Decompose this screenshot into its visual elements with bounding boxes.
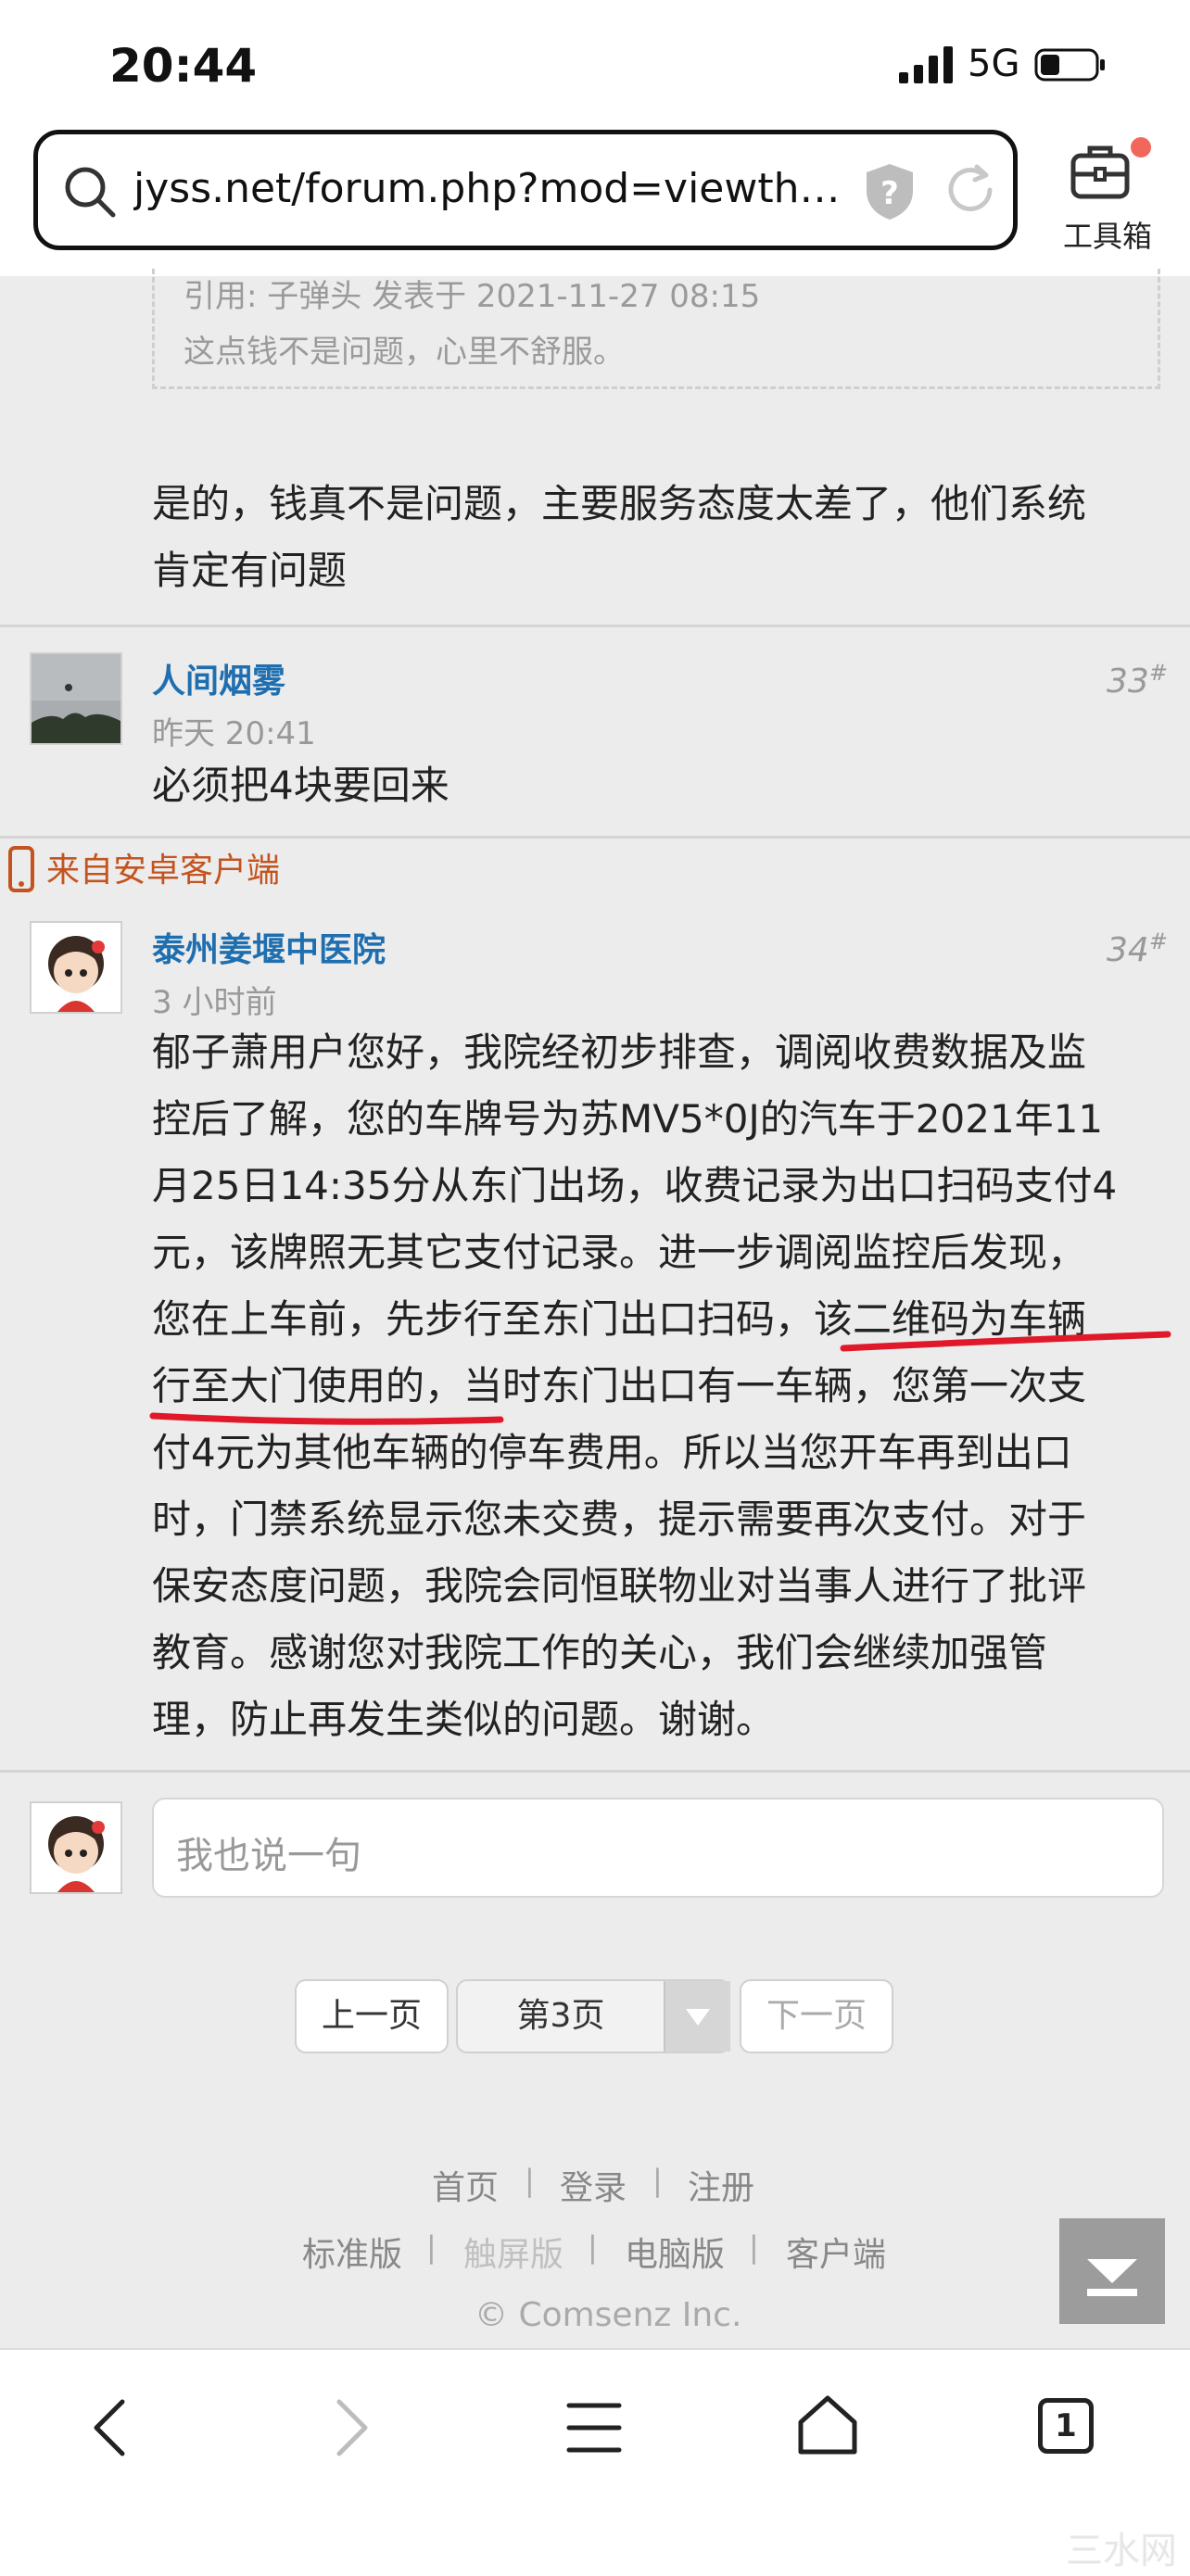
search-icon — [65, 167, 116, 218]
page-select-arrow[interactable] — [664, 1981, 730, 2052]
post-line: 元，该牌照无其它支付记录。进一步调阅监控后发现， — [152, 1230, 1087, 1275]
post-divider — [0, 1770, 1190, 1773]
footer-link-standard[interactable]: 标准版 — [302, 2228, 402, 2276]
avatar[interactable] — [30, 652, 122, 745]
copyright: © Comsenz Inc. — [475, 2296, 742, 2334]
post-line: 理，防止再发生类似的问题。谢谢。 — [152, 1697, 776, 1742]
footer-link-home[interactable]: 首页 — [432, 2161, 499, 2209]
arrow-down-icon — [1087, 2259, 1137, 2296]
scroll-bottom-button[interactable] — [1059, 2218, 1165, 2324]
shield-icon[interactable]: ? — [862, 161, 918, 222]
toolbox-icon — [1070, 145, 1130, 199]
page-select-value: 第3页 — [516, 1997, 605, 2035]
toolbox-label: 工具箱 — [1062, 219, 1152, 254]
footer-link-register[interactable]: 注册 — [688, 2161, 754, 2209]
footer-link-login[interactable]: 登录 — [560, 2161, 627, 2209]
post-line: 是的，钱真不是问题，主要服务态度太差了，他们系统 — [152, 481, 1087, 526]
forward-icon[interactable] — [332, 2398, 373, 2457]
post-body: 必须把4块要回来 — [152, 752, 449, 819]
signal-icon — [899, 46, 953, 83]
chevron-down-icon — [686, 2009, 710, 2026]
footer-link-client[interactable]: 客户端 — [786, 2228, 886, 2276]
floor-value: 34 — [1107, 931, 1149, 969]
prev-page-button[interactable]: 上一页 — [295, 1979, 449, 2053]
floor-number: 33# — [1107, 660, 1168, 701]
red-underline-annotation — [149, 1331, 1171, 1425]
floor-number: 34# — [1107, 928, 1168, 969]
watermark: 三水网 — [1066, 2530, 1177, 2572]
my-avatar — [30, 1801, 122, 1894]
post-line: 月25日14:35分从东门出场，收费记录为出口扫码支付4 — [152, 1163, 1118, 1208]
footer-separator: | — [525, 2163, 535, 2198]
back-icon[interactable] — [89, 2398, 130, 2457]
toolbox-button[interactable]: 工具箱 — [1057, 137, 1158, 254]
post-line: 郁子萧用户您好，我院经初步排查，调阅收费数据及监 — [152, 1029, 1087, 1075]
footer-separator: | — [426, 2229, 437, 2265]
footer-link-desktop[interactable]: 电脑版 — [625, 2228, 725, 2276]
menu-icon[interactable] — [565, 2398, 623, 2457]
footer-link-touch[interactable]: 触屏版 — [463, 2228, 563, 2276]
tabs-button[interactable]: 1 — [1038, 2398, 1094, 2454]
cartoon-girl-avatar-icon — [32, 923, 120, 1012]
footer-separator: | — [749, 2229, 759, 2265]
quote-text: 这点钱不是问题，心里不舒服。 — [184, 334, 625, 371]
quote-meta: 引用: 子弹头 发表于 2021-11-27 08:15 — [184, 278, 761, 315]
url-text[interactable]: jyss.net/forum.php?mod=viewthread&... — [133, 165, 847, 212]
post-line: 控后了解，您的车牌号为苏MV5*0J的汽车于2021年11 — [152, 1096, 1104, 1142]
footer-separator: | — [652, 2163, 663, 2198]
post-body: 是的，钱真不是问题，主要服务态度太差了，他们系统 肯定有问题 — [152, 471, 1086, 604]
post-line: 肯定有问题 — [152, 548, 348, 593]
post-divider — [0, 625, 1190, 627]
network-type: 5G — [968, 43, 1020, 85]
browser-bottom-bar — [0, 2348, 1190, 2576]
post-line: 时，门禁系统显示您未交费，提示需要再次支付。对于 — [152, 1496, 1087, 1542]
reply-placeholder[interactable]: 我也说一句 — [176, 1825, 361, 1879]
clock: 20:44 — [109, 39, 258, 93]
landscape-avatar-icon — [32, 654, 120, 743]
post-time: 昨天 20:41 — [152, 715, 316, 752]
svg-text:?: ? — [880, 175, 899, 212]
post-line: 必须把4块要回来 — [152, 763, 449, 808]
username[interactable]: 泰州姜堰中医院 — [152, 923, 386, 971]
username[interactable]: 人间烟雾 — [152, 654, 285, 702]
reload-icon[interactable] — [943, 163, 997, 217]
post-line: 保安态度问题，我院会同恒联物业对当事人进行了批评 — [152, 1563, 1087, 1609]
client-source[interactable]: 来自安卓客户端 — [46, 843, 280, 891]
footer-separator: | — [588, 2229, 598, 2265]
notification-dot — [1131, 137, 1151, 158]
home-icon[interactable] — [795, 2393, 860, 2457]
post-time: 3 小时前 — [152, 984, 277, 1021]
floor-value: 33 — [1107, 663, 1149, 701]
post-divider — [0, 836, 1190, 839]
post-line: 教育。感谢您对我院工作的关心，我们会继续加强管 — [152, 1630, 1048, 1675]
next-page-button[interactable]: 下一页 — [740, 1979, 893, 2053]
avatar[interactable] — [30, 921, 122, 1014]
phone-icon — [8, 846, 34, 892]
battery-icon — [1034, 48, 1105, 82]
cartoon-girl-avatar-icon — [32, 1803, 120, 1892]
